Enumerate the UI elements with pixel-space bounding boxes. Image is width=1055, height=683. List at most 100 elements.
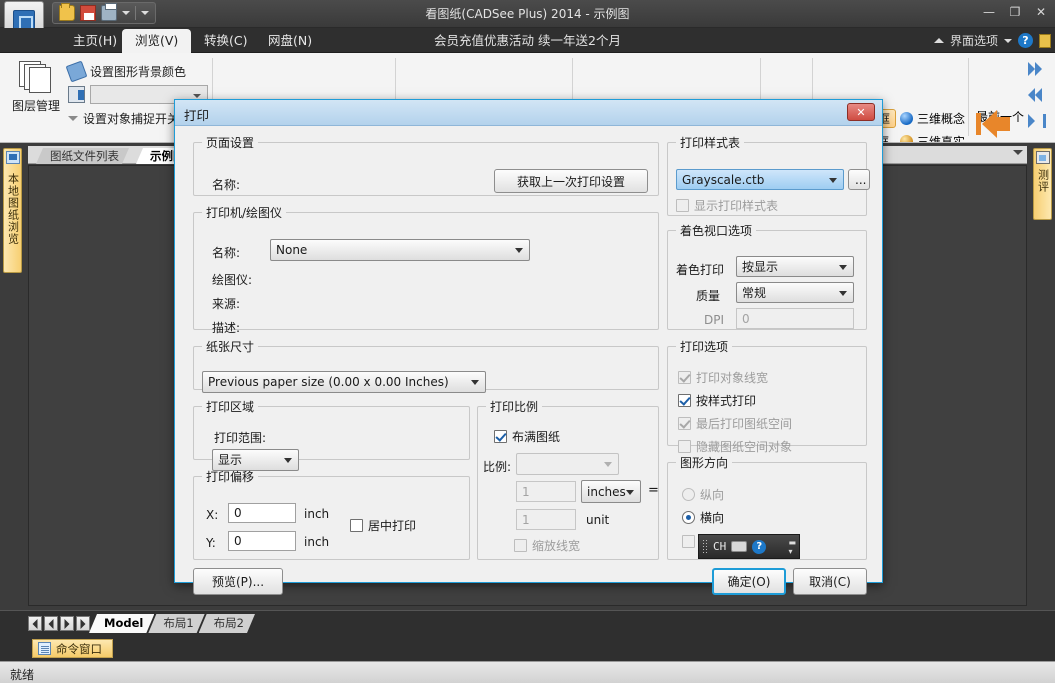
ime-expand-icon[interactable]: ▬ ▾ — [788, 538, 796, 556]
option-print-by-style[interactable]: 按样式打印 — [678, 392, 756, 409]
chevron-down-icon — [626, 489, 634, 495]
option-print-lineweight-label: 打印对象线宽 — [696, 371, 769, 385]
divider — [968, 58, 969, 136]
plot-style-select[interactable]: Grayscale.ctb — [676, 169, 844, 190]
scale-lineweight-checkbox[interactable]: 缩放线宽 — [514, 537, 580, 554]
sphere-blue-icon — [900, 112, 913, 125]
chevron-down-icon — [839, 264, 847, 270]
preview-button[interactable]: 预览(P)... — [193, 568, 283, 595]
dpi-input[interactable]: 0 — [736, 308, 854, 329]
orientation-landscape-radio[interactable]: 横向 — [682, 509, 724, 526]
layout-first-button[interactable] — [28, 616, 42, 631]
option-hide-paperspace-objects[interactable]: 隐藏图纸空间对象 — [678, 438, 792, 455]
checkbox-box — [676, 199, 689, 212]
tab-netdisk[interactable]: 网盘(N) — [255, 29, 325, 53]
orientation-landscape-label: 横向 — [700, 511, 725, 525]
visual-style-3d-concept[interactable]: 三维概念 — [895, 109, 970, 128]
offset-y-input[interactable]: 0 — [228, 531, 296, 551]
scale-denominator-input[interactable]: 1 — [516, 509, 576, 530]
offset-y-unit: inch — [304, 535, 330, 549]
visual-style-3d-realistic[interactable]: 三维真实 — [895, 132, 970, 142]
scale-numerator-input[interactable]: 1 — [516, 481, 576, 502]
sidebar-review[interactable]: 测评 — [1033, 148, 1052, 220]
drag-handle-icon[interactable] — [702, 539, 708, 554]
layout-tabs: Model 布局1 布局2 — [95, 614, 255, 633]
snap-settings-icon[interactable] — [68, 86, 85, 103]
interface-options-label[interactable]: 界面选项 — [950, 32, 998, 49]
offset-y-value: 0 — [234, 534, 242, 548]
tab-browse[interactable]: 浏览(V) — [122, 29, 192, 53]
chevron-down-icon[interactable] — [1013, 150, 1023, 155]
print-icon[interactable] — [101, 3, 117, 21]
nav-prev-icon[interactable] — [1026, 86, 1048, 104]
plot-style-value: Grayscale.ctb — [682, 172, 765, 187]
layout-prev-button[interactable] — [44, 616, 58, 631]
window-title: 看图纸(CADSee Plus) 2014 - 示例图 — [425, 7, 630, 21]
nav-first-button[interactable]: 最前一个 — [974, 108, 1026, 138]
cancel-button[interactable]: 取消(C) — [793, 568, 867, 595]
ok-button[interactable]: 确定(O) — [712, 568, 786, 595]
chevron-up-icon[interactable] — [933, 38, 944, 43]
chevron-down-icon — [471, 380, 479, 385]
shade-print-select[interactable]: 按显示 — [736, 256, 854, 277]
tab-home[interactable]: 主页(H) — [60, 29, 130, 53]
chevron-down-icon[interactable] — [1004, 38, 1012, 43]
layer-manage-button[interactable]: 图层管理 — [8, 61, 64, 114]
orientation-portrait-radio[interactable]: 纵向 — [682, 486, 724, 503]
print-dialog: 打印 ✕ 页面设置 名称: 获取上一次打印设置 打印机/绘图仪 名称: None… — [174, 99, 883, 595]
sidebar-local-drawings[interactable]: 本地图纸浏览 — [3, 148, 22, 273]
print-scale-legend: 打印比例 — [490, 400, 539, 414]
layout-last-button[interactable] — [76, 616, 90, 631]
tab-convert[interactable]: 转换(C) — [191, 29, 260, 53]
scale-unit-select[interactable]: inches — [581, 480, 641, 503]
help-icon[interactable]: ? — [1018, 33, 1033, 48]
dialog-title: 打印 — [184, 108, 210, 123]
plot-style-browse-button[interactable]: ... — [848, 169, 870, 190]
option-print-lineweight[interactable]: 打印对象线宽 — [678, 369, 768, 386]
monitor-icon — [6, 151, 20, 164]
layout-tab-model[interactable]: Model — [89, 614, 154, 633]
nav-last-icon[interactable] — [1026, 112, 1048, 130]
minimize-button[interactable]: — — [981, 4, 997, 20]
ime-language-bar[interactable]: CH ? ▬ ▾ — [698, 534, 800, 559]
offset-x-value: 0 — [234, 506, 242, 520]
get-last-print-settings-button[interactable]: 获取上一次打印设置 — [494, 169, 648, 193]
fit-to-paper-checkbox[interactable]: 布满图纸 — [494, 428, 560, 445]
keyboard-icon[interactable] — [731, 541, 748, 552]
nav-next-icon[interactable] — [1026, 60, 1048, 78]
layout-next-button[interactable] — [60, 616, 74, 631]
layout-tab-1[interactable]: 布局1 — [148, 614, 204, 633]
quick-access-toolbar — [52, 2, 156, 24]
ime-language-label[interactable]: CH — [713, 540, 726, 553]
set-bg-color-row[interactable]: 设置图形背景颜色 — [65, 60, 186, 83]
maximize-button[interactable]: ❐ — [1007, 4, 1023, 20]
pin-icon[interactable] — [1039, 33, 1051, 48]
doc-tab-file-list[interactable]: 图纸文件列表 — [36, 148, 129, 164]
quality-select[interactable]: 常规 — [736, 282, 854, 303]
show-plot-style-checkbox[interactable]: 显示打印样式表 — [676, 197, 778, 214]
paper-size-select[interactable]: Previous paper size (0.00 x 0.00 Inches) — [202, 371, 486, 393]
orientation-legend: 图形方向 — [680, 456, 729, 470]
scale-ratio-select[interactable] — [516, 453, 619, 475]
offset-x-input[interactable]: 0 — [228, 503, 296, 523]
print-offset-legend: 打印偏移 — [206, 470, 255, 484]
command-bar: 命令窗口 — [0, 636, 1055, 661]
chevron-down-icon[interactable] — [122, 11, 130, 15]
option-print-paperspace-last-label: 最后打印图纸空间 — [696, 417, 793, 431]
chevron-down-icon — [284, 458, 292, 463]
command-window-tab[interactable]: 命令窗口 — [32, 639, 113, 658]
center-print-checkbox[interactable]: 居中打印 — [350, 517, 416, 534]
open-icon[interactable] — [59, 3, 75, 21]
help-icon[interactable]: ? — [752, 539, 767, 554]
option-print-paperspace-last[interactable]: 最后打印图纸空间 — [678, 415, 792, 432]
scale-unit-label: unit — [586, 513, 610, 527]
set-snap-row[interactable]: 设置对象捕捉开关 — [68, 110, 179, 127]
plotter-name-select[interactable]: None — [270, 239, 530, 261]
sidebar-local-drawings-label: 本地图纸浏览 — [6, 173, 20, 245]
save-icon[interactable] — [80, 5, 96, 21]
offset-x-label: X: — [206, 508, 219, 522]
close-button[interactable]: ✕ — [1033, 4, 1049, 20]
layout-tab-2[interactable]: 布局2 — [199, 614, 255, 633]
more-commands-icon[interactable] — [141, 11, 149, 15]
dialog-close-button[interactable]: ✕ — [847, 103, 875, 121]
